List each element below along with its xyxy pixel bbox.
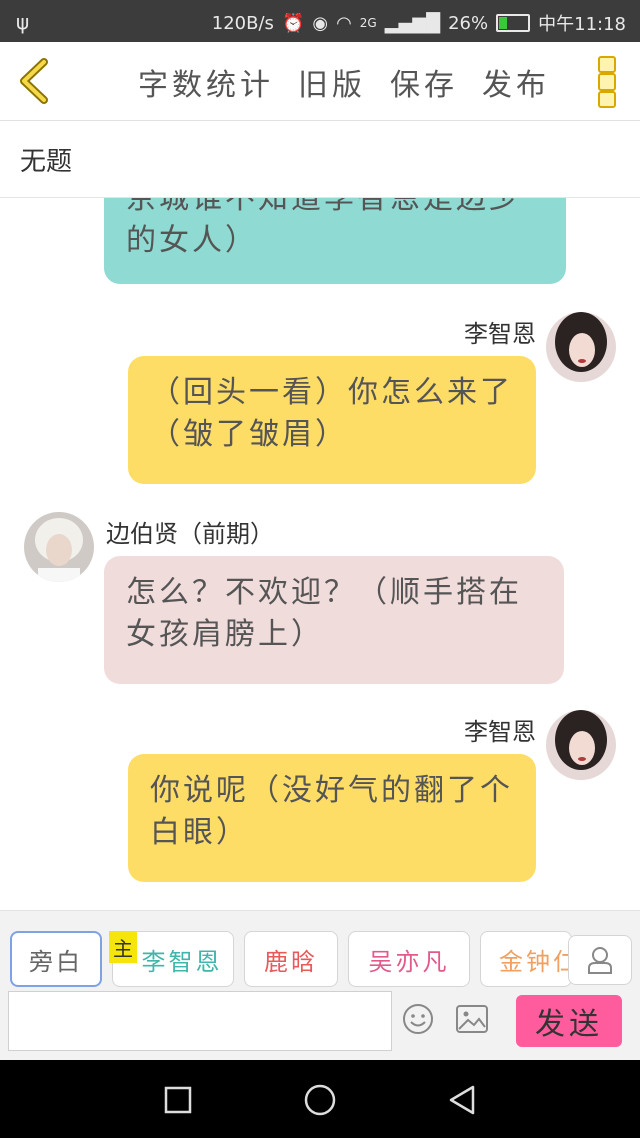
- message-input[interactable]: [8, 991, 392, 1051]
- person-icon: [588, 947, 612, 974]
- signal-icon: ▂▄▆█: [384, 12, 441, 34]
- role-chip-luhan[interactable]: 鹿晗: [244, 931, 338, 987]
- send-button[interactable]: 发送: [516, 995, 622, 1047]
- square-icon[interactable]: [158, 1080, 198, 1120]
- composer-panel: 旁白 李智恩 主 鹿晗 吴亦凡 金钟仁 发送: [0, 910, 640, 1061]
- sender-name: 边伯贤（前期）: [106, 520, 274, 548]
- status-right: 120B/s ⏰ ◉ ◠ 2G ▂▄▆█ 26% 中午11:18: [212, 10, 626, 36]
- image-button[interactable]: [456, 1005, 488, 1033]
- triangle-back-icon[interactable]: [442, 1080, 482, 1120]
- old-version-button[interactable]: 旧版: [298, 60, 366, 104]
- avatar[interactable]: [546, 710, 616, 780]
- back-button[interactable]: [14, 56, 54, 106]
- send-label: 发送: [535, 1007, 603, 1042]
- more-vertical-icon[interactable]: [598, 56, 618, 108]
- system-nav-bar: [0, 1060, 640, 1138]
- chevron-left-icon: [20, 58, 48, 104]
- sender-name: 李智恩: [464, 718, 536, 746]
- smiley-icon: [403, 1004, 433, 1034]
- battery-percent: 26%: [448, 12, 489, 34]
- status-bar: ψ 120B/s ⏰ ◉ ◠ 2G ▂▄▆█ 26% 中午11:18: [0, 0, 640, 42]
- avatar[interactable]: [546, 312, 616, 382]
- wifi-icon: ◠: [336, 12, 352, 34]
- main-role-badge: 主: [109, 931, 137, 963]
- top-toolbar: 字数统计 旧版 保存 发布: [0, 42, 640, 121]
- word-count-button[interactable]: 字数统计: [138, 60, 274, 104]
- role-label: 吴亦凡: [368, 947, 450, 976]
- publish-button[interactable]: 发布: [482, 60, 550, 104]
- role-chip-narrator[interactable]: 旁白: [10, 931, 102, 987]
- role-label: 旁白: [29, 947, 83, 976]
- chat-area[interactable]: 京城谁不知道李智恩是边少的女人） 李智恩 （回头一看）你怎么来了（皱了皱眉） 边…: [0, 198, 640, 910]
- image-icon: [456, 1005, 488, 1033]
- message-bubble[interactable]: 你说呢（没好气的翻了个白眼）: [128, 754, 536, 882]
- role-label: 鹿晗: [264, 947, 318, 976]
- message-text: 你说呢（没好气的翻了个白眼）: [150, 773, 513, 850]
- message-bubble[interactable]: 怎么？不欢迎？（顺手搭在女孩肩膀上）: [104, 556, 564, 684]
- network-speed: 120B/s: [211, 12, 274, 34]
- usb-icon: ψ: [16, 10, 30, 34]
- role-label: 金钟仁: [499, 947, 572, 976]
- message-bubble[interactable]: （回头一看）你怎么来了（皱了皱眉）: [128, 356, 536, 484]
- circle-icon[interactable]: [300, 1080, 340, 1120]
- document-title[interactable]: 无题: [20, 141, 72, 178]
- emoji-button[interactable]: [402, 1003, 434, 1035]
- role-chip-wu-yifan[interactable]: 吴亦凡: [348, 931, 470, 987]
- clock: 中午11:18: [538, 14, 626, 35]
- avatar[interactable]: [24, 512, 94, 582]
- alarm-icon: ⏰: [281, 12, 305, 34]
- message-bubble[interactable]: 京城谁不知道李智恩是边少的女人）: [104, 198, 566, 284]
- person-button[interactable]: [568, 935, 632, 985]
- network-type: 2G: [359, 16, 377, 30]
- save-button[interactable]: 保存: [390, 60, 458, 104]
- message-text: 怎么？不欢迎？（顺手搭在女孩肩膀上）: [126, 575, 522, 652]
- role-chip-kim-jongin[interactable]: 金钟仁: [480, 931, 572, 987]
- title-bar: 无题: [0, 121, 640, 198]
- role-label: 李智恩: [141, 947, 223, 976]
- toolbar-menu: 字数统计 旧版 保存 发布: [138, 60, 550, 104]
- message-text: （回头一看）你怎么来了（皱了皱眉）: [150, 375, 513, 452]
- message-text: 京城谁不知道李智恩是边少的女人）: [126, 198, 522, 258]
- sender-name: 李智恩: [464, 320, 536, 348]
- battery-icon: [496, 14, 531, 32]
- eye-icon: ◉: [312, 12, 329, 34]
